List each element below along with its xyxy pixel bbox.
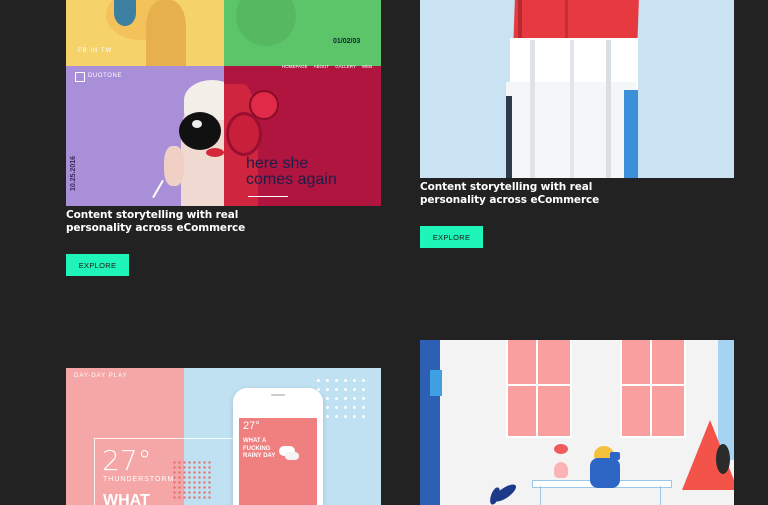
artwork-tag: DAY-DAY PLAY <box>74 373 128 379</box>
project-thumbnail-illustration[interactable] <box>420 340 734 505</box>
phone-temperature: 27° <box>243 420 260 432</box>
project-thumbnail-weather[interactable]: DAY-DAY PLAY 27° THUNDERSTORM WHAT 27° W… <box>66 368 381 505</box>
dot-pattern <box>172 460 212 500</box>
logo-mark <box>75 72 85 82</box>
slide-counter: 01/02/03 <box>333 38 361 45</box>
card-2-caption: Content storytelling with real personali… <box>420 181 720 206</box>
card-1-caption-line-1: Content storytelling with real <box>66 209 239 221</box>
nav-item-web: WEB <box>361 64 373 69</box>
top-nav: HOMEPAGE ABOUT GALLERY WEB <box>282 64 372 69</box>
card-1-caption-line-2: personality across eCommerce <box>66 221 246 234</box>
window-left <box>506 340 572 438</box>
nav-item-gallery: GALLERY <box>335 64 356 69</box>
headline-line-2: comes again <box>246 171 337 188</box>
social-links: FB IN TW <box>78 48 113 54</box>
side-date: 10.25.2016 <box>70 155 78 192</box>
nav-item-about: ABOUT <box>313 64 330 69</box>
window-right <box>620 340 686 438</box>
card-2-caption-line-1: Content storytelling with real <box>420 181 593 193</box>
card-1-caption: Content storytelling with real personali… <box>66 209 366 234</box>
headline-line-1: here she <box>246 155 309 172</box>
big-word: WHAT <box>103 492 150 505</box>
nav-item-homepage: HOMEPAGE <box>282 64 308 69</box>
project-thumbnail-fashion[interactable] <box>420 0 734 178</box>
project-thumbnail-duotone[interactable]: FB IN TW 01/02/03 DUOTONE 10.25.2016 HOM… <box>66 0 381 206</box>
explore-button[interactable]: EXPLORE <box>66 254 129 276</box>
brand-name: DUOTONE <box>88 73 123 79</box>
phone-message: WHAT A FUCKING RAINY DAY <box>243 438 276 459</box>
card-2-caption-line-2: personality across eCommerce <box>420 193 600 206</box>
phone-mockup: 27° WHAT A FUCKING RAINY DAY <box>233 388 323 505</box>
explore-button[interactable]: EXPLORE <box>420 226 483 248</box>
weather-condition: THUNDERSTORM <box>103 476 175 483</box>
temperature: 27° <box>102 444 152 477</box>
